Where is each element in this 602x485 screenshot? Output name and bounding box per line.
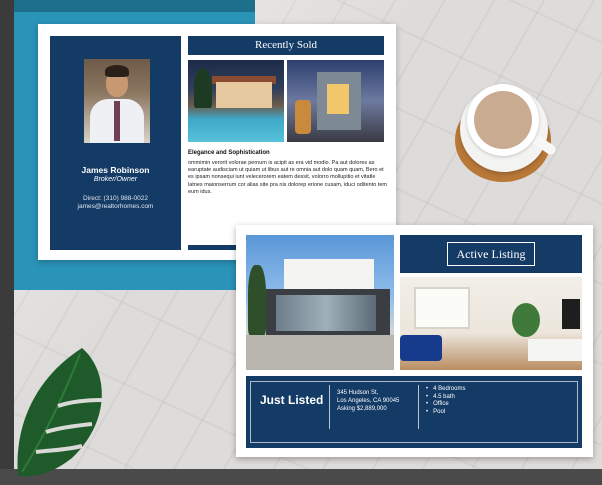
agent-email: james@realtorhomes.com bbox=[77, 203, 154, 210]
feature-item: Pool bbox=[426, 409, 566, 417]
monstera-leaf-icon bbox=[17, 348, 103, 477]
agent-panel: James Robinson Broker/Owner Direct: (310… bbox=[50, 36, 181, 250]
agent-phone: Direct: (310) 988-0022 bbox=[82, 195, 149, 202]
agent-photo bbox=[84, 59, 150, 143]
blurb-title: Elegance and Sophistication bbox=[188, 150, 270, 156]
agent-title: Broker/Owner bbox=[93, 176, 138, 183]
blue-accent-strip bbox=[0, 0, 255, 12]
divider bbox=[329, 385, 330, 429]
listing-info-bar: Just Listed 345 Hudson St, Los Angeles, … bbox=[246, 376, 582, 448]
exterior-photo bbox=[246, 235, 394, 370]
pool-house-photo bbox=[188, 60, 284, 142]
agent-name: James Robinson bbox=[81, 165, 150, 175]
modern-house-photo bbox=[287, 60, 384, 142]
coffee bbox=[474, 91, 532, 149]
just-listed-label: Just Listed bbox=[260, 393, 324, 407]
recently-sold-header: Recently Sold bbox=[188, 36, 384, 55]
asking-price: Asking $2,889,000 bbox=[337, 406, 387, 412]
divider bbox=[418, 385, 419, 429]
feature-item: Office bbox=[426, 401, 566, 409]
feature-item: 4 Bedrooms bbox=[426, 386, 566, 394]
feature-list: 4 Bedrooms 4.5 bath Office Pool bbox=[426, 386, 566, 416]
active-listing-card: Active Listing Just Listed 345 Hudson St… bbox=[236, 225, 593, 457]
listing-address: 345 Hudson St, Los Angeles, CA 90045 Ask… bbox=[337, 389, 415, 413]
feature-item: 4.5 bath bbox=[426, 394, 566, 402]
address-line-1: 345 Hudson St, bbox=[337, 390, 379, 396]
active-listing-title: Active Listing bbox=[447, 242, 535, 266]
blurb-text: ommimin verorit volorae pernum is acipit… bbox=[188, 160, 388, 195]
marble-background: James Robinson Broker/Owner Direct: (310… bbox=[0, 0, 602, 485]
interior-photo bbox=[400, 277, 582, 370]
address-line-2: Los Angeles, CA 90045 bbox=[337, 398, 400, 404]
active-listing-header: Active Listing bbox=[400, 235, 582, 273]
